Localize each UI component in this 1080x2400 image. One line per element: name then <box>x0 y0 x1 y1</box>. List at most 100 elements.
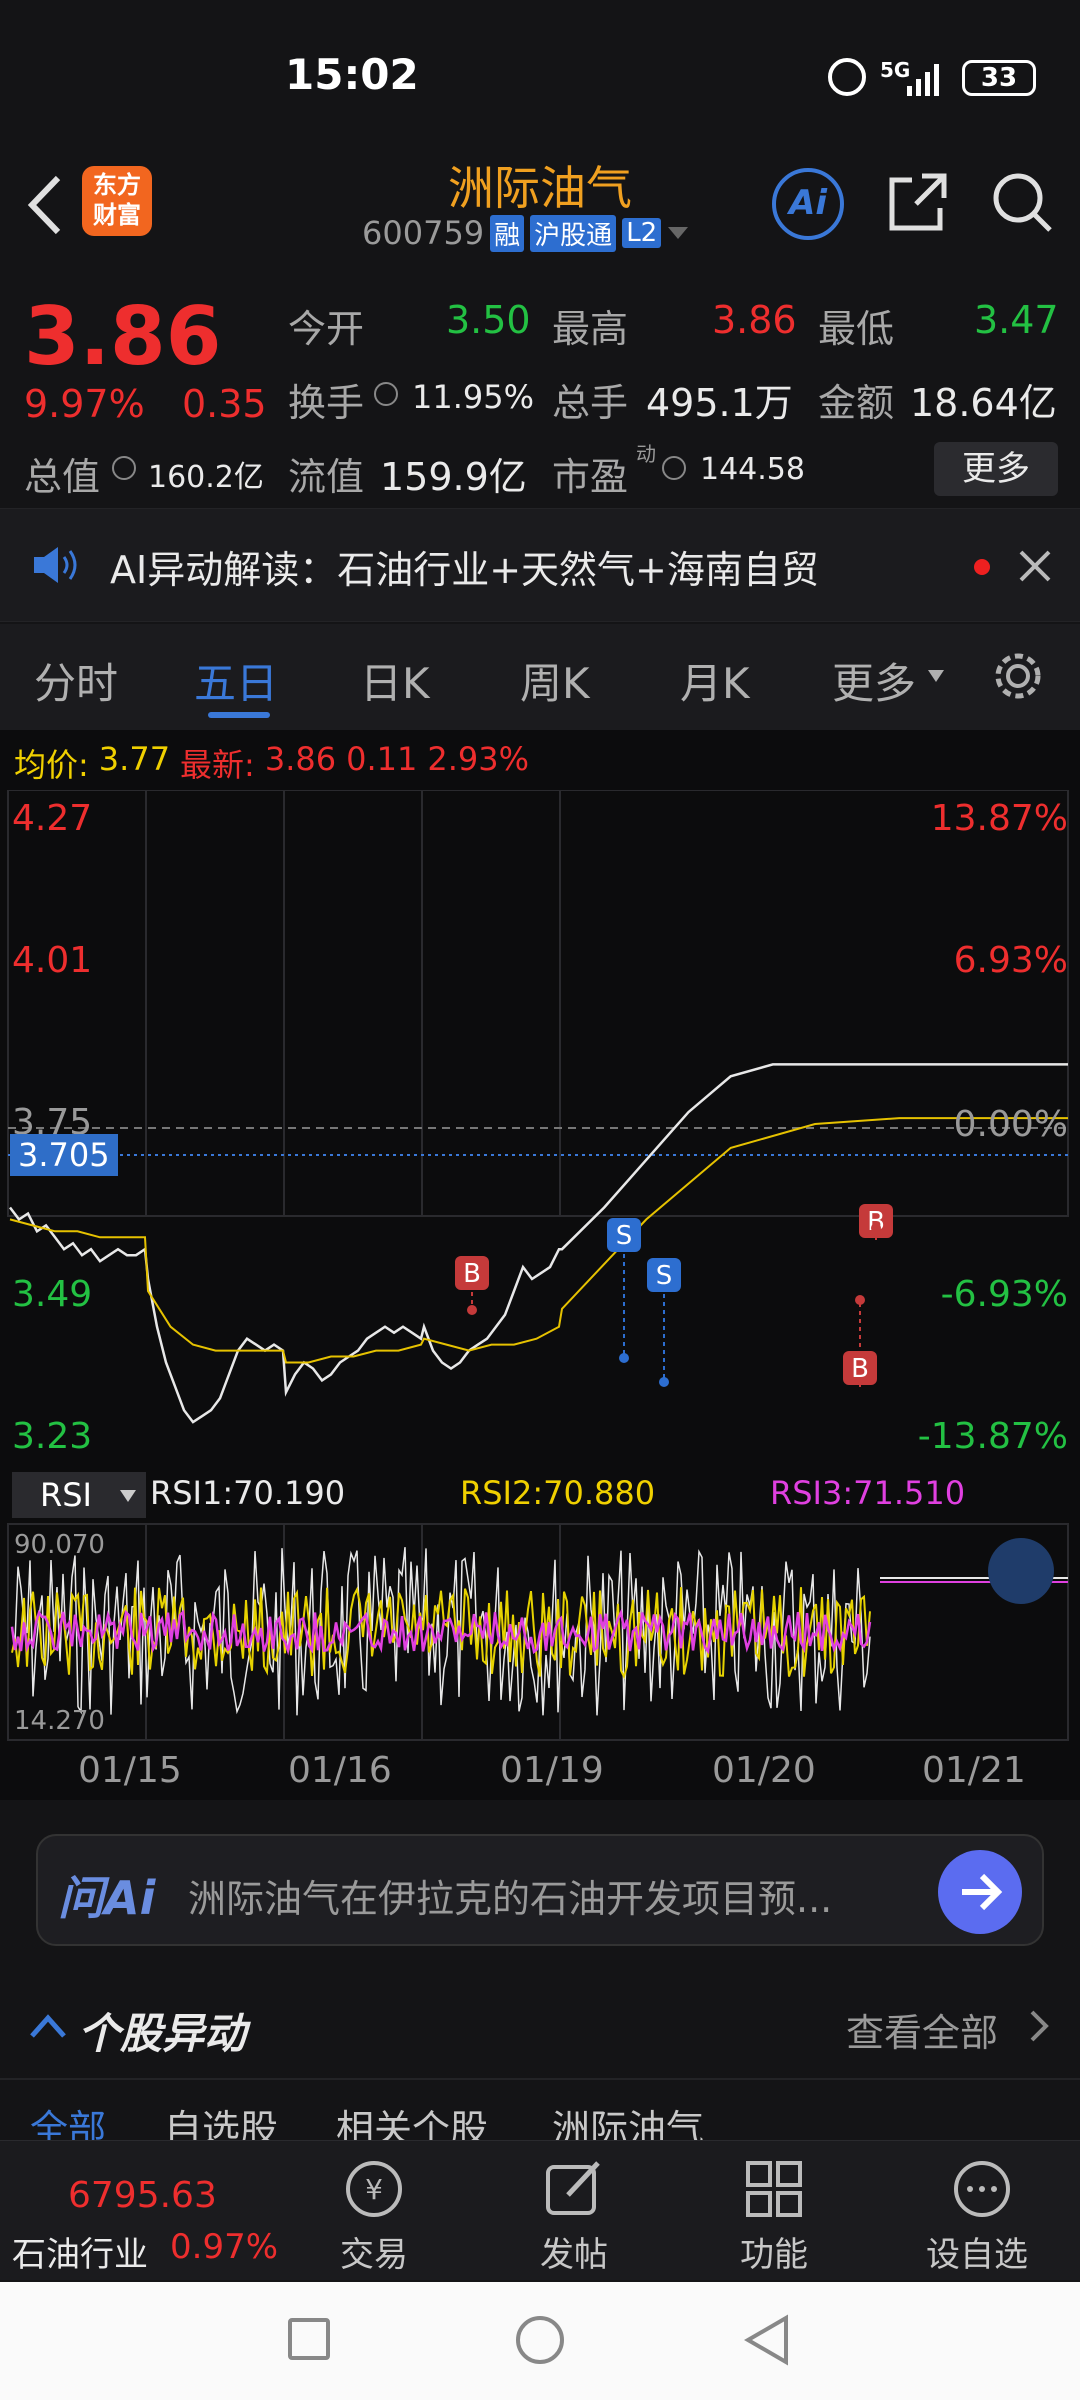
change-percent: 9.97% <box>24 382 145 426</box>
latest-percent: 2.93% <box>427 740 529 778</box>
collapse-icon[interactable] <box>988 1538 1054 1604</box>
trade-icon: ¥ <box>346 2161 402 2217</box>
pe-label: 市盈 <box>552 455 629 499</box>
more-dots-icon <box>954 2161 1010 2217</box>
amount-label: 金额 <box>818 381 895 425</box>
info-icon[interactable] <box>112 456 136 480</box>
signal-label: B <box>851 1354 869 1384</box>
info-icon[interactable] <box>374 382 398 406</box>
sector-index-value: 6795.63 <box>68 2175 217 2216</box>
price-chart-svg: BSSBB <box>7 790 1069 1741</box>
stock-code-row: 600759 融 沪股通 L2 <box>362 214 689 252</box>
mcap-label: 总值 <box>24 455 101 499</box>
chevron-down-icon <box>120 1490 136 1502</box>
open-value: 3.50 <box>446 298 531 342</box>
view-all-link[interactable]: 查看全部 <box>846 2002 998 2057</box>
high-value: 3.86 <box>712 298 797 342</box>
signal-icon <box>905 62 945 100</box>
signal-point <box>467 1305 477 1315</box>
nav-post-label: 发帖 <box>540 2235 608 2275</box>
more-quote-button[interactable]: 更多 <box>934 442 1058 496</box>
alarm-icon <box>828 58 866 96</box>
ai-assistant-button[interactable]: Ai <box>772 168 844 240</box>
high-label: 最高 <box>552 307 629 351</box>
gear-icon[interactable] <box>990 648 1046 708</box>
tab-five-day[interactable]: 五日 <box>194 650 278 711</box>
home-icon[interactable] <box>516 2316 564 2364</box>
recent-apps-icon[interactable] <box>288 2318 330 2360</box>
rsi-bottom-tick: 14.270 <box>14 1706 105 1736</box>
speaker-icon <box>30 545 80 589</box>
five-day-chart[interactable]: 均价: 3.77 最新: 3.86 0.11 2.93% BSSBB 4.27 … <box>0 730 1080 1800</box>
amount-value: 18.64亿 <box>910 381 1057 425</box>
sector-index-name: 石油行业 <box>12 2235 148 2275</box>
tab-weekly-k[interactable]: 周K <box>520 650 590 711</box>
y-left-tick: 3.23 <box>12 1416 93 1457</box>
nav-add-watchlist[interactable]: 设自选 <box>910 2141 1060 2281</box>
y-right-tick: -6.93% <box>940 1274 1068 1315</box>
pe-value: 144.58 <box>700 452 805 487</box>
battery-indicator: 33 <box>962 60 1036 96</box>
latest-value: 3.86 <box>264 740 337 778</box>
edit-icon <box>546 2161 600 2215</box>
system-nav-bar <box>0 2282 1080 2400</box>
status-bar: 15:02 5G 33 <box>0 0 1080 150</box>
avg-value: 3.77 <box>98 740 171 778</box>
rsi-top-tick: 90.070 <box>14 1530 105 1560</box>
tab-more[interactable]: 更多 <box>832 650 916 711</box>
ask-ai-input[interactable]: 问Ai 洲际油气在伊拉克的石油开发项目预... <box>36 1834 1044 1946</box>
svg-text:¥: ¥ <box>365 2173 383 2206</box>
y-left-tick: 4.01 <box>12 940 93 981</box>
tag-l2: L2 <box>622 218 662 248</box>
rsi3-line <box>10 1608 872 1656</box>
turnover-label: 换手 <box>288 381 365 425</box>
rsi3-label: RSI3:71.510 <box>770 1474 966 1512</box>
nav-functions[interactable]: 功能 <box>720 2141 830 2281</box>
share-icon[interactable] <box>886 170 950 238</box>
y-left-tick: 3.49 <box>12 1274 93 1315</box>
info-icon[interactable] <box>662 456 686 480</box>
open-label: 今开 <box>288 307 365 351</box>
signal-label: S <box>656 1261 673 1291</box>
crosshair-price-label: 3.705 <box>10 1134 118 1176</box>
signal-point <box>659 1377 669 1387</box>
tab-daily-k[interactable]: 日K <box>360 650 430 711</box>
chevron-down-icon[interactable] <box>667 226 689 240</box>
send-button[interactable] <box>938 1850 1022 1934</box>
close-icon[interactable] <box>1018 549 1052 587</box>
active-tab-indicator <box>208 712 270 718</box>
y-right-tick: 0.00% <box>953 1104 1068 1145</box>
latest-change: 0.11 <box>346 740 418 778</box>
y-right-tick: 6.93% <box>953 940 1068 981</box>
avg-label: 均价: <box>14 746 89 784</box>
nav-post[interactable]: 发帖 <box>520 2141 630 2281</box>
volume-value: 495.1万 <box>646 381 793 425</box>
signal-point <box>619 1353 629 1363</box>
stock-movement-section: 个股异动 查看全部 全部 自选股 相关个股 洲际油气 <box>0 1960 1080 2151</box>
x-tick: 01/15 <box>78 1750 182 1791</box>
grid-icon <box>746 2161 802 2217</box>
nav-trade-label: 交易 <box>340 2235 408 2275</box>
tag-margin: 融 <box>490 214 525 252</box>
back-nav-icon[interactable] <box>742 2314 790 2366</box>
nav-trade[interactable]: ¥ 交易 <box>320 2141 430 2281</box>
chevron-right-icon <box>1030 2010 1049 2042</box>
chart-info-line: 均价: 3.77 最新: 3.86 0.11 2.93% <box>14 740 529 786</box>
search-icon[interactable] <box>990 170 1054 238</box>
plot-frame <box>7 790 1069 1217</box>
chevron-up-icon[interactable] <box>30 2014 66 2038</box>
ai-insight-bar[interactable]: AI异动解读：石油行业+天然气+海南自贸 <box>0 508 1080 622</box>
section-title: 个股异动 <box>78 2009 247 2058</box>
ask-ai-section: 问Ai 洲际油气在伊拉克的石油开发项目预... <box>0 1800 1080 1980</box>
period-tabs: 分时 五日 日K 周K 月K 更多 <box>0 624 1080 730</box>
y-right-tick: 13.87% <box>930 798 1068 839</box>
tab-intraday[interactable]: 分时 <box>34 650 118 711</box>
tab-monthly-k[interactable]: 月K <box>680 650 750 711</box>
signal-point <box>871 1223 881 1233</box>
signal-point <box>855 1295 865 1305</box>
nav-add-watchlist-label: 设自选 <box>926 2235 1028 2275</box>
nav-functions-label: 功能 <box>740 2235 808 2275</box>
signal-label: B <box>463 1259 481 1289</box>
sector-index-ticker[interactable]: 6795.63 石油行业 0.97% <box>0 2141 278 2281</box>
clock: 15:02 <box>285 50 419 99</box>
